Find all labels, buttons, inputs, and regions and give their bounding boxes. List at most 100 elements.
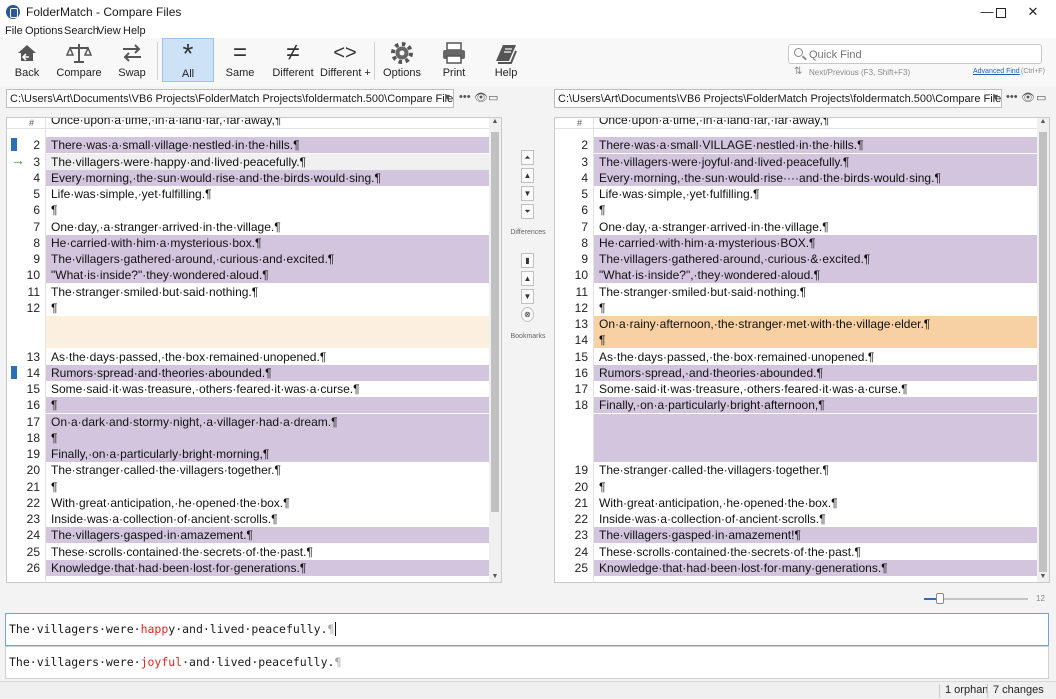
ellipsis-icon[interactable]: ••• (1006, 91, 1018, 103)
ellipsis-icon[interactable]: ••• (459, 91, 471, 103)
eye-icon[interactable]: 👁 (474, 91, 488, 104)
left-file-pane[interactable]: # Once·upon·a·time,·in·a·land·far,·far·a… (6, 117, 502, 583)
diff-line[interactable]: 18 Finally,·on·a·particularly·bright·afte… (555, 397, 1037, 414)
diff-line[interactable]: 10 "What·is·inside?",·they·wondered·aloud… (555, 267, 1037, 284)
quick-find-input[interactable] (809, 47, 1029, 62)
advanced-find-link[interactable]: Advanced Find (973, 68, 1020, 75)
diff-line[interactable]: 4 Every·morning,·the·sun·would·rise·and·t… (7, 169, 489, 186)
diff-line[interactable]: 23 Inside·was·a·collection·of·ancient·scr… (7, 511, 489, 527)
back-button[interactable]: Back (6, 38, 48, 82)
menu-view[interactable]: View (97, 25, 121, 37)
diff-line[interactable]: 19 Finally,·on·a·particularly·bright·morn… (7, 446, 489, 462)
diff-line[interactable]: Once·upon·a·time,·in·a·land·far,·far·awa… (555, 118, 1037, 129)
diff-line[interactable]: 4 Every·morning,·the·sun·would·rise····an… (555, 169, 1037, 186)
diff-line[interactable]: 21 With·great·anticipation,·he·opened·the… (555, 495, 1037, 511)
diff-line[interactable]: 2 There·was·a·small·village·nestled·in·th… (7, 137, 489, 154)
folder-icon[interactable]: ▭ (488, 91, 498, 104)
diff-line[interactable]: 12 ¶ (7, 300, 489, 316)
scroll-down-arrow[interactable]: ▼ (1037, 573, 1049, 580)
diff-line[interactable]: 13 On·a·rainy·afternoon,·the·stranger·met… (555, 316, 1037, 332)
scroll-down-arrow[interactable]: ▼ (489, 573, 501, 580)
filter-all-button[interactable]: * All (162, 38, 214, 82)
first-difference-button[interactable]: ⏶ (521, 150, 534, 165)
diff-line[interactable]: 11 The·stranger·smiled·but·said·nothing.¶ (555, 284, 1037, 300)
previous-difference-button[interactable]: ▲ (521, 168, 534, 183)
diff-line[interactable]: 14 Rumors·spread·and·theories·abounded.¶ (7, 364, 489, 381)
diff-line[interactable] (7, 316, 489, 332)
diff-line[interactable]: 19 The·stranger·called·the·villagers·toge… (555, 462, 1037, 478)
diff-line[interactable]: 8 He·carried·with·him·a·mysterious·box.¶ (7, 234, 489, 251)
diff-line[interactable]: 23 The·villagers·gasped·in·amazement!¶ (555, 527, 1037, 544)
diff-line[interactable] (555, 429, 1037, 446)
diff-line[interactable]: 26 Knowledge·that·had·been·lost·for·gener… (7, 559, 489, 576)
diff-line[interactable]: 7 One·day,·a·stranger·arrived·in·the·vill… (7, 219, 489, 235)
left-vertical-scrollbar[interactable]: ▲ ▼ (489, 118, 501, 582)
last-difference-button[interactable]: ⏷ (521, 204, 534, 219)
left-path-combo[interactable]: C:\Users\Art\Documents\VB6 Projects\Fold… (6, 89, 454, 108)
diff-line[interactable]: Once·upon·a·time,·in·a·land·far,·far·awa… (7, 118, 489, 129)
diff-line[interactable]: 3 The·villagers·were·happy·and·lived·peac… (7, 152, 489, 170)
diff-line[interactable]: 11 The·stranger·smiled·but·said·nothing.¶ (7, 284, 489, 300)
diff-line[interactable]: 16 ¶ (7, 397, 489, 414)
diff-line[interactable]: 20 The·stranger·called·the·villagers·toge… (7, 462, 489, 478)
options-button[interactable]: Options (380, 38, 424, 82)
menu-options[interactable]: Options (25, 25, 63, 37)
zoom-slider-thumb[interactable] (935, 593, 944, 604)
right-line-detail[interactable]: The·villagers·were·joyful·and·lived·peac… (5, 646, 1049, 679)
diff-line[interactable]: 9 The·villagers·gathered·around,·curious·… (7, 251, 489, 267)
menu-search[interactable]: Search (64, 25, 99, 37)
filter-same-button[interactable]: = Same (218, 38, 262, 82)
right-vertical-scrollbar[interactable]: ▲ ▼ (1037, 118, 1049, 582)
eye-icon[interactable]: 👁 (1021, 91, 1035, 104)
diff-line[interactable]: 17 Some·said·it·was·treasure,·others·fear… (555, 381, 1037, 397)
diff-line[interactable]: 25 Knowledge·that·had·been·lost·for·many·… (555, 559, 1037, 576)
scroll-thumb[interactable] (1039, 132, 1047, 572)
next-difference-button[interactable]: ▼ (521, 186, 534, 201)
compare-button[interactable]: Compare (54, 38, 104, 82)
previous-bookmark-button[interactable]: ▲ (521, 271, 534, 286)
diff-line[interactable]: 21 ¶ (7, 479, 489, 495)
filter-different-plus-button[interactable]: <> Different + (320, 38, 371, 82)
diff-line[interactable]: 16 Rumors·spread,·and·theories·abounded.¶ (555, 364, 1037, 381)
print-button[interactable]: Print (434, 38, 474, 82)
close-button[interactable]: ✕ (1010, 0, 1056, 24)
diff-line[interactable]: 3 The·villagers·were·joyful·and·lived·pea… (555, 153, 1037, 170)
diff-line[interactable]: 15 As·the·days·passed,·the·box·remained·u… (555, 349, 1037, 365)
diff-line[interactable]: 25 These·scrolls·contained·the·secrets·of… (7, 544, 489, 560)
diff-line[interactable]: 7 One·day,·a·stranger·arrived·in·the·vill… (555, 219, 1037, 235)
diff-line[interactable]: 13 As·the·days·passed,·the·box·remained·u… (7, 349, 489, 365)
filter-different-button[interactable]: ≠ Different (270, 38, 316, 82)
diff-line[interactable]: 9 The·villagers·gathered·around,·curious·… (555, 251, 1037, 267)
diff-line[interactable]: 22 Inside·was·a·collection·of·ancient·scr… (555, 511, 1037, 527)
diff-line[interactable] (7, 332, 489, 349)
diff-line[interactable] (555, 413, 1037, 430)
diff-line[interactable]: 15 Some·said·it·was·treasure,·others·fear… (7, 381, 489, 397)
folder-icon[interactable]: ▭ (1036, 91, 1046, 104)
clear-bookmarks-icon[interactable]: ⊗ (521, 307, 534, 322)
scroll-thumb[interactable] (491, 132, 499, 512)
diff-line[interactable]: 24 The·villagers·gasped·in·amazement.¶ (7, 527, 489, 544)
scroll-up-arrow[interactable]: ▲ (489, 118, 501, 125)
bookmark-icon[interactable]: ▮ (521, 253, 534, 268)
diff-line[interactable]: 22 With·great·anticipation,·he·opened·the… (7, 495, 489, 511)
help-button[interactable]: Help (486, 38, 526, 82)
right-file-pane[interactable]: # Once·upon·a·time,·in·a·land·far,·far·a… (554, 117, 1050, 583)
diff-line[interactable]: 5 Life·was·simple,·yet·fulfilling.¶ (555, 186, 1037, 202)
menu-file[interactable]: File (5, 25, 23, 37)
diff-line[interactable]: 6 ¶ (555, 202, 1037, 218)
diff-line[interactable]: 2 There·was·a·small·VILLAGE·nestled·in·th… (555, 137, 1037, 154)
diff-line[interactable]: 18 ¶ (7, 429, 489, 446)
diff-line[interactable]: 14 ¶ (555, 332, 1037, 349)
chevron-down-icon[interactable]: ▾ (993, 92, 998, 103)
diff-line[interactable] (555, 446, 1037, 462)
diff-line[interactable]: 17 On·a·dark·and·stormy·night,·a·villager… (7, 413, 489, 430)
right-path-combo[interactable]: C:\Users\Art\Documents\VB6 Projects\Fold… (554, 89, 1002, 108)
bookmark-icon[interactable] (11, 365, 17, 379)
left-line-detail[interactable]: The·villagers·were·happy·and·lived·peace… (5, 613, 1049, 646)
diff-line[interactable]: 6 ¶ (7, 202, 489, 218)
next-bookmark-button[interactable]: ▼ (521, 289, 534, 304)
diff-line[interactable]: 20 ¶ (555, 479, 1037, 495)
up-down-arrows-icon[interactable]: ⇅ (794, 66, 802, 77)
menu-help[interactable]: Help (123, 25, 146, 37)
chevron-down-icon[interactable]: ▾ (445, 92, 450, 103)
